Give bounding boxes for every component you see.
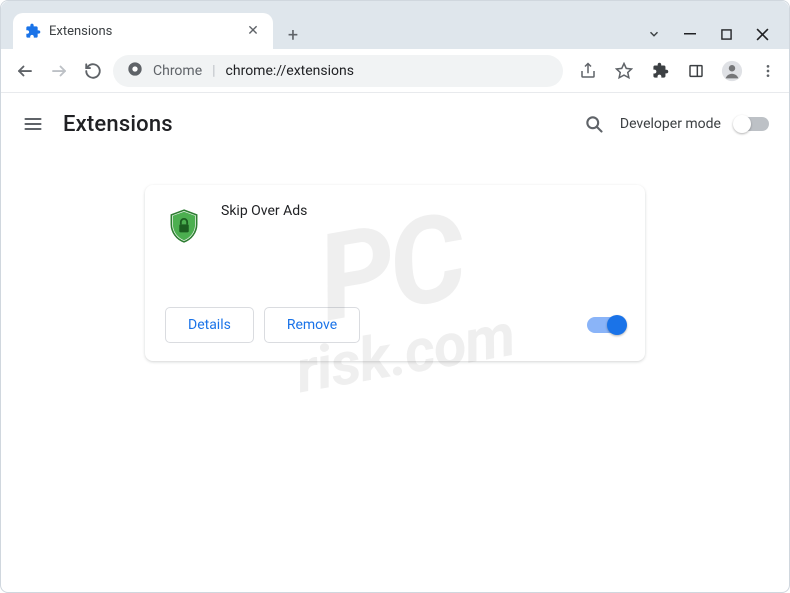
browser-tab[interactable]: Extensions ✕ (13, 13, 273, 49)
forward-button (45, 57, 73, 85)
extension-name: Skip Over Ads (221, 203, 307, 219)
tab-title: Extensions (49, 24, 237, 39)
puzzle-icon (25, 23, 41, 39)
page-header: Extensions Developer mode (1, 93, 789, 155)
new-tab-button[interactable]: + (279, 21, 307, 49)
minimize-icon[interactable] (683, 27, 697, 41)
reload-button[interactable] (79, 57, 107, 85)
extension-card: Skip Over Ads Details Remove (145, 185, 645, 361)
close-tab-icon[interactable]: ✕ (245, 23, 261, 39)
extension-enable-toggle[interactable] (587, 317, 625, 333)
profile-icon[interactable] (721, 60, 743, 82)
omnibox-chip: Chrome (153, 63, 202, 79)
browser-window: Extensions ✕ + Chrome | chrome://extensi… (0, 0, 790, 593)
chevron-down-icon[interactable] (647, 27, 661, 41)
hamburger-menu-icon[interactable] (21, 112, 45, 136)
browser-toolbar: Chrome | chrome://extensions (1, 49, 789, 93)
close-window-icon[interactable] (755, 27, 769, 41)
chrome-logo-icon (127, 61, 143, 81)
details-button[interactable]: Details (165, 307, 254, 343)
kebab-menu-icon[interactable] (757, 60, 779, 82)
remove-button[interactable]: Remove (264, 307, 360, 343)
page-title: Extensions (63, 112, 564, 137)
separator: | (212, 63, 215, 79)
back-button[interactable] (11, 57, 39, 85)
developer-mode-label: Developer mode (620, 116, 721, 132)
extensions-icon[interactable] (649, 60, 671, 82)
star-icon[interactable] (613, 60, 635, 82)
search-icon[interactable] (582, 112, 606, 136)
address-bar[interactable]: Chrome | chrome://extensions (113, 55, 563, 87)
shield-lock-icon (165, 207, 203, 245)
sidepanel-icon[interactable] (685, 60, 707, 82)
share-icon[interactable] (577, 60, 599, 82)
titlebar: Extensions ✕ + (1, 1, 789, 49)
developer-mode-toggle[interactable] (735, 117, 769, 131)
window-controls (647, 27, 781, 49)
omnibox-url: chrome://extensions (226, 63, 354, 79)
maximize-icon[interactable] (719, 27, 733, 41)
content-area: Skip Over Ads Details Remove (1, 155, 789, 592)
